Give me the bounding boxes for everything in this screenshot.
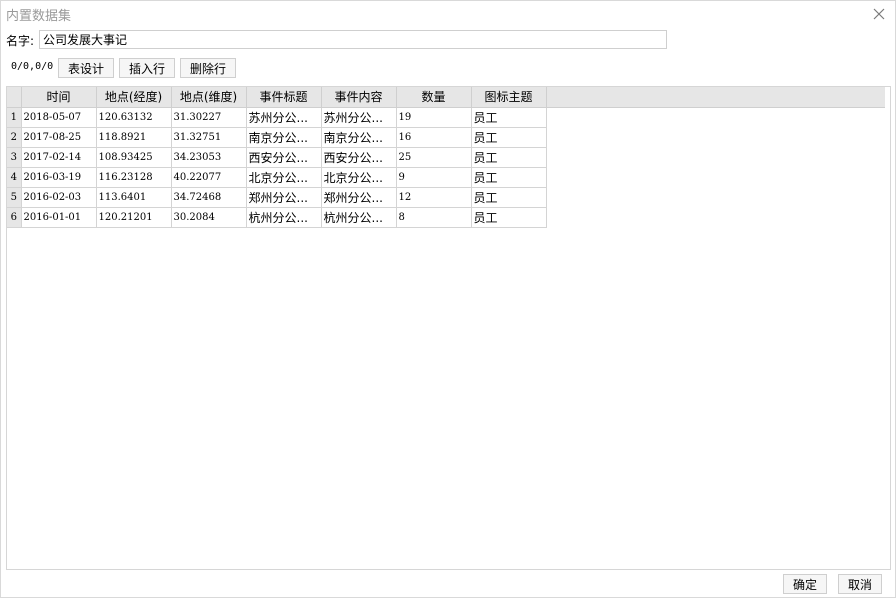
- row-number[interactable]: 3: [7, 147, 22, 168]
- table-cell[interactable]: 2016-03-19: [21, 167, 97, 188]
- table-cell[interactable]: 40.22077: [171, 167, 247, 188]
- row-number[interactable]: 5: [7, 187, 22, 208]
- table-cell[interactable]: 员工: [471, 187, 547, 208]
- row-col-counter: 0/0,0/0: [11, 61, 54, 72]
- table-cell[interactable]: 34.23053: [171, 147, 247, 168]
- name-label: 名字:: [6, 34, 35, 48]
- table-cell[interactable]: 员工: [471, 207, 547, 228]
- insert-row-button[interactable]: 插入行: [119, 58, 175, 78]
- table-cell[interactable]: 南京分公...: [246, 127, 322, 148]
- table-row: 1 2018-05-07 120.63132 31.30227 苏州分公... …: [7, 107, 885, 128]
- table-cell[interactable]: 8: [396, 207, 472, 228]
- corner-cell: [7, 87, 22, 108]
- close-icon-glyph: [873, 8, 885, 20]
- table-cell[interactable]: 北京分公...: [321, 167, 397, 188]
- table-cell[interactable]: 118.8921: [96, 127, 172, 148]
- column-header[interactable]: 时间: [21, 87, 97, 108]
- table-cell[interactable]: 2016-02-03: [21, 187, 97, 208]
- table-cell[interactable]: 116.23128: [96, 167, 172, 188]
- table-cell[interactable]: 2018-05-07: [21, 107, 97, 128]
- delete-row-button[interactable]: 删除行: [180, 58, 236, 78]
- data-grid: 时间 地点(经度) 地点(维度) 事件标题 事件内容 数量 图标主题 1 201…: [6, 86, 891, 570]
- table-row: 2 2017-08-25 118.8921 31.32751 南京分公... 南…: [7, 127, 885, 148]
- column-header[interactable]: 数量: [396, 87, 472, 108]
- table-cell[interactable]: 员工: [471, 147, 547, 168]
- cancel-button[interactable]: 取消: [838, 574, 882, 594]
- table-cell[interactable]: 郑州分公...: [321, 187, 397, 208]
- table-row: 6 2016-01-01 120.21201 30.2084 杭州分公... 杭…: [7, 207, 885, 228]
- table-cell[interactable]: 苏州分公...: [246, 107, 322, 128]
- table-cell[interactable]: 120.63132: [96, 107, 172, 128]
- table-cell[interactable]: 108.93425: [96, 147, 172, 168]
- table-cell[interactable]: 25: [396, 147, 472, 168]
- row-number[interactable]: 2: [7, 127, 22, 148]
- table-cell[interactable]: 31.30227: [171, 107, 247, 128]
- table-cell[interactable]: 12: [396, 187, 472, 208]
- name-input[interactable]: [39, 30, 667, 49]
- row-number[interactable]: 6: [7, 207, 22, 228]
- table-cell[interactable]: 员工: [471, 107, 547, 128]
- title-bar: 内置数据集: [1, 1, 895, 27]
- table-cell[interactable]: 北京分公...: [246, 167, 322, 188]
- table-cell[interactable]: 120.21201: [96, 207, 172, 228]
- close-icon[interactable]: [867, 3, 891, 25]
- row-number[interactable]: 1: [7, 107, 22, 128]
- column-header[interactable]: 地点(经度): [96, 87, 172, 108]
- dialog-title: 内置数据集: [6, 9, 72, 24]
- table-cell[interactable]: 员工: [471, 127, 547, 148]
- column-header[interactable]: 事件标题: [246, 87, 322, 108]
- builtin-dataset-dialog: 内置数据集 名字: 0/0,0/0 表设计 插入行 删除行: [0, 0, 896, 598]
- table-cell[interactable]: 9: [396, 167, 472, 188]
- column-header[interactable]: 图标主题: [471, 87, 547, 108]
- table-cell[interactable]: 31.32751: [171, 127, 247, 148]
- table-cell[interactable]: 113.6401: [96, 187, 172, 208]
- row-number[interactable]: 4: [7, 167, 22, 188]
- table-design-button[interactable]: 表设计: [58, 58, 114, 78]
- header-row: 时间 地点(经度) 地点(维度) 事件标题 事件内容 数量 图标主题: [7, 87, 885, 108]
- table-cell[interactable]: 16: [396, 127, 472, 148]
- table-row: 3 2017-02-14 108.93425 34.23053 西安分公... …: [7, 147, 885, 168]
- column-header[interactable]: 地点(维度): [171, 87, 247, 108]
- table-cell[interactable]: 2017-08-25: [21, 127, 97, 148]
- ok-button[interactable]: 确定: [783, 574, 827, 594]
- table-cell[interactable]: 西安分公...: [321, 147, 397, 168]
- table-cell[interactable]: 杭州分公...: [321, 207, 397, 228]
- table-row: 4 2016-03-19 116.23128 40.22077 北京分公... …: [7, 167, 885, 188]
- table-cell[interactable]: 30.2084: [171, 207, 247, 228]
- table-row: 5 2016-02-03 113.6401 34.72468 郑州分公... 郑…: [7, 187, 885, 208]
- header-filler: [546, 87, 885, 108]
- table-cell[interactable]: 杭州分公...: [246, 207, 322, 228]
- table-cell[interactable]: 19: [396, 107, 472, 128]
- table-cell[interactable]: 郑州分公...: [246, 187, 322, 208]
- table-cell[interactable]: 2017-02-14: [21, 147, 97, 168]
- table-cell[interactable]: 苏州分公...: [321, 107, 397, 128]
- table-cell[interactable]: 34.72468: [171, 187, 247, 208]
- column-header[interactable]: 事件内容: [321, 87, 397, 108]
- data-table: 时间 地点(经度) 地点(维度) 事件标题 事件内容 数量 图标主题 1 201…: [7, 87, 885, 228]
- table-cell[interactable]: 南京分公...: [321, 127, 397, 148]
- table-cell[interactable]: 2016-01-01: [21, 207, 97, 228]
- table-cell[interactable]: 西安分公...: [246, 147, 322, 168]
- table-cell[interactable]: 员工: [471, 167, 547, 188]
